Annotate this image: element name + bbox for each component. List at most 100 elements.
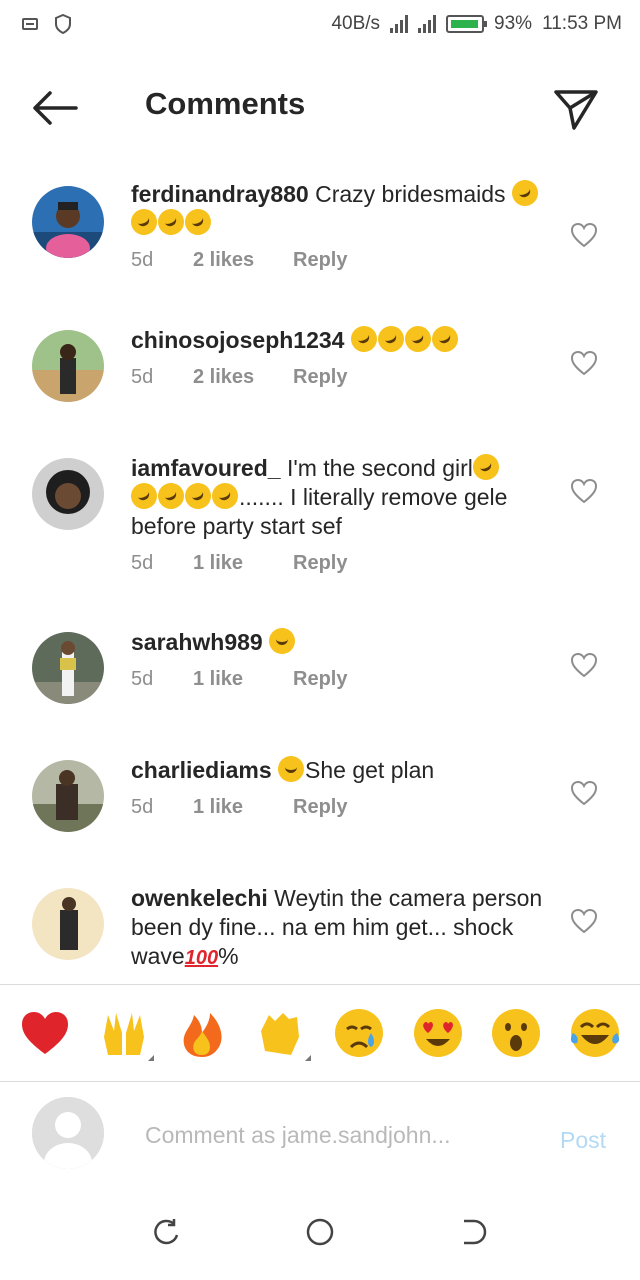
home-icon[interactable] xyxy=(300,1212,340,1252)
rofl-emoji-icon xyxy=(207,478,243,514)
heart-icon[interactable] xyxy=(570,350,598,376)
avatar[interactable] xyxy=(32,760,104,832)
rofl-emoji-icon xyxy=(153,204,189,240)
arrow-left-icon[interactable] xyxy=(30,88,80,128)
comment-input[interactable] xyxy=(145,1119,535,1151)
rofl-emoji-icon xyxy=(126,204,162,240)
comment-text: iamfavoured_ I'm the second girl....... … xyxy=(126,449,551,541)
comment-meta: 5d 2 likes Reply xyxy=(131,363,551,392)
clock: 11:53 PM xyxy=(542,13,622,34)
comment-username[interactable]: owenkelechi xyxy=(131,885,268,911)
rofl-emoji-icon xyxy=(427,321,463,357)
comment-body: sarahwh989 5d 1 like Reply xyxy=(131,628,551,694)
reply-button[interactable]: Reply xyxy=(293,246,347,275)
clapping-hands-icon[interactable] xyxy=(255,1007,311,1061)
comment-username[interactable]: charliediams xyxy=(131,757,272,783)
reply-button[interactable]: Reply xyxy=(293,793,347,822)
avatar[interactable] xyxy=(32,186,104,258)
comment-text: ferdinandray880 Crazy bridesmaids xyxy=(126,175,551,240)
rofl-emoji-icon xyxy=(346,321,382,357)
comment-likes[interactable]: 1 like xyxy=(193,793,293,822)
comment-list[interactable]: ferdinandray880 Crazy bridesmaids 5d 2 li… xyxy=(0,162,640,984)
comment-body: owenkelechi Weytin the camera person bee… xyxy=(131,884,551,973)
status-left xyxy=(22,14,72,34)
avatar[interactable] xyxy=(32,330,104,402)
fire-icon[interactable] xyxy=(176,1007,228,1059)
quick-emoji-bar xyxy=(0,984,640,1082)
comment-text: sarahwh989 xyxy=(131,628,551,657)
rofl-emoji-icon xyxy=(468,449,504,485)
avatar[interactable] xyxy=(32,458,104,530)
heart-icon[interactable] xyxy=(570,478,598,504)
comment-username[interactable]: iamfavoured_ xyxy=(131,455,281,481)
status-right: 40B/s 93% 11:53 PM xyxy=(331,13,622,35)
comment-username[interactable]: chinosojoseph1234 xyxy=(131,327,344,353)
comment-meta: 5d 1 like Reply xyxy=(131,549,551,578)
comment-suffix: % xyxy=(218,943,239,969)
reply-button[interactable]: Reply xyxy=(293,665,347,694)
post-button[interactable]: Post xyxy=(560,1127,606,1154)
reply-button[interactable]: Reply xyxy=(293,363,347,392)
comment-time: 5d xyxy=(131,249,154,271)
current-user-avatar xyxy=(32,1097,104,1169)
rofl-emoji-icon xyxy=(180,204,216,240)
comment-time: 5d xyxy=(131,796,154,818)
comment-username[interactable]: ferdinandray880 xyxy=(131,181,309,207)
comment-username[interactable]: sarahwh989 xyxy=(131,629,263,655)
heart-eyes-icon[interactable] xyxy=(412,1007,464,1059)
comment-body: ferdinandray880 Crazy bridesmaids 5d 2 li… xyxy=(126,175,551,275)
network-speed: 40B/s xyxy=(331,13,381,34)
reply-button[interactable]: Reply xyxy=(293,549,347,578)
comment-likes[interactable]: 2 likes xyxy=(193,246,293,275)
raising-hands-icon[interactable] xyxy=(98,1007,154,1061)
rofl-emoji-icon xyxy=(373,321,409,357)
comment-likes[interactable]: 1 like xyxy=(193,665,293,694)
back-nav-icon[interactable] xyxy=(453,1212,493,1252)
comment-likes[interactable]: 2 likes xyxy=(193,363,293,392)
heart-icon[interactable] xyxy=(570,222,598,248)
rofl-emoji-icon xyxy=(507,175,543,211)
comment-likes[interactable]: 1 like xyxy=(193,549,293,578)
comment-body: iamfavoured_ I'm the second girl....... … xyxy=(126,449,551,578)
paper-plane-icon[interactable] xyxy=(552,86,600,132)
hundred-points-emoji-icon: 100 xyxy=(184,947,219,969)
comment-body: charliediams She get plan 5d 1 like Reply xyxy=(131,756,551,822)
page-title: Comments xyxy=(145,86,306,121)
tears-of-joy-emoji-icon xyxy=(278,756,305,782)
comment-body: chinosojoseph1234 5d 2 likes Reply xyxy=(131,321,551,392)
battery-percent: 93% xyxy=(494,13,533,34)
comment-text: charliediams She get plan xyxy=(131,756,551,785)
avatar[interactable] xyxy=(32,632,104,704)
heart-icon[interactable] xyxy=(570,908,598,934)
comment-meta: 5d 1 like Reply xyxy=(131,793,551,822)
smile-emoji-icon xyxy=(269,628,296,654)
heart-icon[interactable] xyxy=(570,652,598,678)
header: Comments xyxy=(0,60,640,150)
comment-text: owenkelechi Weytin the camera person bee… xyxy=(131,884,551,973)
crying-face-icon[interactable] xyxy=(333,1007,385,1059)
rofl-emoji-icon xyxy=(180,478,216,514)
rofl-emoji-icon xyxy=(126,478,162,514)
rofl-emoji-icon xyxy=(153,478,189,514)
status-bar: 40B/s 93% 11:53 PM xyxy=(0,0,640,48)
comment-composer: Post xyxy=(0,1083,640,1183)
skin-tone-indicator xyxy=(304,1055,311,1061)
comment-meta: 5d 1 like Reply xyxy=(131,665,551,694)
system-nav-bar xyxy=(0,1183,640,1280)
comment-message: Crazy bridesmaids xyxy=(315,181,506,207)
shield-icon xyxy=(55,14,71,34)
tears-of-joy-icon[interactable] xyxy=(569,1007,621,1059)
rofl-emoji-icon xyxy=(400,321,436,357)
surprised-face-icon[interactable] xyxy=(490,1007,542,1059)
avatar[interactable] xyxy=(32,888,104,960)
recent-apps-icon[interactable] xyxy=(147,1212,187,1252)
message-icon xyxy=(22,18,38,30)
comment-time: 5d xyxy=(131,668,154,690)
heart-icon[interactable] xyxy=(570,780,598,806)
comment-message: She get plan xyxy=(305,757,435,783)
red-heart-icon[interactable] xyxy=(19,1007,71,1059)
comment-time: 5d xyxy=(131,366,154,388)
signal-icon xyxy=(390,15,409,33)
comment-text: chinosojoseph1234 xyxy=(131,321,551,357)
comment-meta: 5d 2 likes Reply xyxy=(131,246,551,275)
